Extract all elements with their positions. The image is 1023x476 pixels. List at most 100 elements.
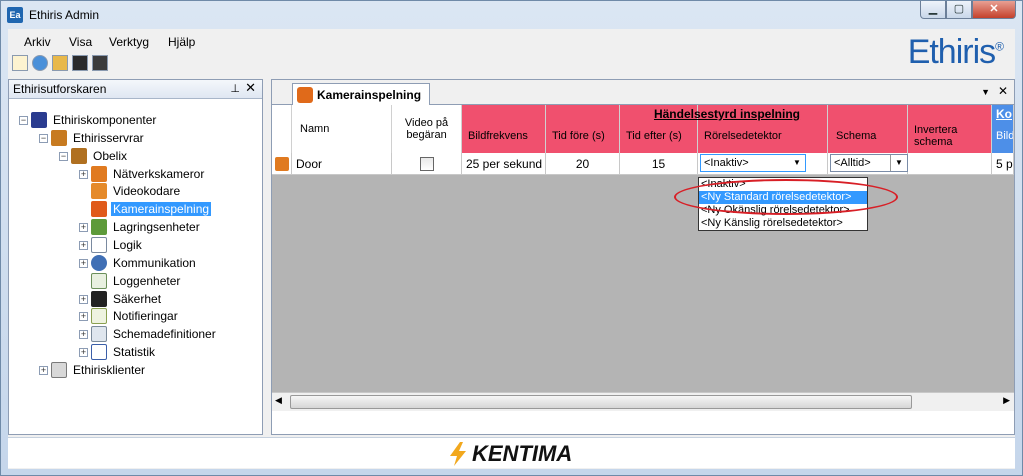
lightning-icon: [450, 442, 466, 466]
menu-hjalp[interactable]: Hjälp: [168, 35, 195, 49]
server-group-icon: [51, 130, 67, 146]
minimize-button[interactable]: ▁: [920, 1, 946, 19]
scroll-right-icon[interactable]: ▶: [1003, 395, 1010, 406]
menu-visa[interactable]: Visa: [69, 35, 92, 49]
column-header-name[interactable]: Namn: [292, 105, 392, 153]
expand-icon[interactable]: +: [79, 258, 88, 268]
settings-icon[interactable]: [32, 55, 48, 71]
horizontal-scrollbar[interactable]: ◀ ▶: [272, 392, 1014, 411]
document-panel: Kamerainspelning ▼ ✕ Namn Video på begär…: [271, 79, 1015, 435]
save-icon[interactable]: [72, 55, 88, 71]
save-all-icon[interactable]: [92, 55, 108, 71]
cell-time-before[interactable]: 20: [546, 153, 620, 175]
maximize-button[interactable]: ▢: [946, 1, 972, 19]
tree-label: Schemadefinitioner: [113, 327, 216, 341]
tree-node[interactable]: + Lagringsenheter: [79, 219, 202, 235]
camera-recording-icon: [91, 201, 107, 217]
tree-node[interactable]: + Logik: [79, 237, 144, 253]
window-title: Ethiris Admin: [29, 8, 100, 22]
tree-node-selected[interactable]: Kamerainspelning: [91, 201, 212, 217]
kentima-logo: KENTIMA: [448, 441, 572, 467]
log-icon: [91, 273, 107, 289]
expand-icon[interactable]: +: [79, 169, 88, 179]
dropdown-option[interactable]: <Ny Känslig rörelsedetektor>: [699, 217, 867, 230]
cell-framerate[interactable]: 25 per sekund: [462, 153, 546, 175]
table-row[interactable]: Door 25 per sekund 20 15 <Inaktiv> ▼ <Al…: [272, 153, 1014, 175]
column-header-video-on-demand[interactable]: Video på begäran: [392, 105, 462, 153]
scroll-left-icon[interactable]: ◀: [275, 395, 282, 406]
expand-icon[interactable]: +: [39, 365, 48, 375]
expand-icon[interactable]: +: [79, 329, 88, 339]
tree-label: Ethirisklienter: [73, 363, 146, 377]
tab-menu-icon[interactable]: ▼: [981, 87, 990, 97]
row-header-cell[interactable]: [272, 153, 292, 175]
pin-icon[interactable]: ⊥: [230, 82, 240, 95]
tree-node[interactable]: Videokodare: [91, 183, 182, 199]
network-camera-icon: [91, 166, 107, 182]
tree-node[interactable]: + Säkerhet: [79, 291, 163, 307]
ethiris-components-icon: [31, 112, 47, 128]
expand-icon[interactable]: +: [79, 311, 88, 321]
video-on-demand-checkbox[interactable]: [419, 156, 434, 171]
footer: KENTIMA: [8, 437, 1015, 468]
notification-icon: [91, 308, 107, 324]
scrollbar-thumb[interactable]: [290, 395, 912, 409]
tree-node[interactable]: + Kommunikation: [79, 255, 198, 271]
motion-detector-select[interactable]: <Inaktiv> ▼: [700, 154, 806, 172]
cell-schedule: <Alltid> ▼: [828, 153, 908, 175]
storage-icon: [91, 219, 107, 235]
tree-node[interactable]: + Schemadefinitioner: [79, 326, 218, 342]
tree-label: Lagringsenheter: [113, 220, 200, 234]
expand-icon[interactable]: +: [79, 222, 88, 232]
toolbar: [8, 55, 108, 77]
recording-grid: Namn Video på begäran Bildfrekvens Tid f…: [272, 105, 1014, 411]
tree-node[interactable]: − Ethiriskomponenter: [19, 112, 158, 128]
cell-framerate-2[interactable]: 5 p: [992, 153, 1014, 175]
app-icon: Ea: [7, 7, 23, 23]
cell-motion-detector: <Inaktiv> ▼: [698, 153, 828, 175]
explorer-header: Ethirisutforskaren ⊥ ✕: [9, 80, 262, 99]
collapse-icon[interactable]: −: [19, 115, 28, 125]
schedule-value: <Alltid>: [834, 157, 871, 169]
cell-time-after[interactable]: 15: [620, 153, 698, 175]
tree-label: Obelix: [93, 149, 128, 163]
chevron-down-icon[interactable]: ▼: [789, 155, 805, 171]
tree-node[interactable]: + Statistik: [79, 344, 157, 360]
schedule-icon: [91, 326, 107, 342]
title-bar[interactable]: Ea Ethiris Admin ▁ ▢ ✕: [1, 1, 1022, 29]
ethiris-logo: Ethiris®: [907, 33, 1004, 71]
close-icon[interactable]: ✕: [998, 84, 1008, 98]
close-button[interactable]: ✕: [972, 1, 1016, 19]
tree-node[interactable]: − Obelix: [59, 148, 129, 164]
tree-label: Nätverkskameror: [113, 167, 205, 181]
motion-detector-value: <Inaktiv>: [704, 157, 749, 169]
chevron-down-icon[interactable]: ▼: [890, 155, 907, 171]
collapse-icon[interactable]: −: [39, 133, 48, 143]
expand-icon[interactable]: +: [79, 294, 88, 304]
new-icon[interactable]: [12, 55, 28, 71]
open-folder-icon[interactable]: [52, 55, 68, 71]
communication-icon: [91, 255, 107, 271]
expand-icon[interactable]: +: [79, 347, 88, 357]
app-window: Ea Ethiris Admin ▁ ▢ ✕ Arkiv Visa Verkty…: [0, 0, 1023, 476]
expand-icon[interactable]: +: [79, 240, 88, 250]
schedule-select[interactable]: <Alltid> ▼: [830, 154, 908, 172]
tree-node[interactable]: Loggenheter: [91, 273, 182, 289]
menu-arkiv[interactable]: Arkiv: [24, 35, 51, 49]
tree-label: Logik: [113, 238, 142, 252]
tree-node[interactable]: + Notifieringar: [79, 308, 180, 324]
tree-node[interactable]: + Ethirisklienter: [39, 362, 147, 378]
tree-node[interactable]: + Nätverkskameror: [79, 166, 206, 182]
client-icon: [51, 362, 67, 378]
tree-node[interactable]: − Ethirisservrar: [39, 130, 146, 146]
tab-kamerainspelning[interactable]: Kamerainspelning: [292, 83, 431, 105]
tree-label: Videokodare: [113, 184, 181, 198]
cell-invert-schedule[interactable]: [908, 153, 992, 175]
menu-bar: Arkiv Visa Verktyg Hjälp: [8, 29, 1015, 53]
collapse-icon[interactable]: −: [59, 151, 68, 161]
tab-label: Kamerainspelning: [317, 87, 422, 102]
tree-label: Loggenheter: [113, 274, 181, 288]
menu-verktyg[interactable]: Verktyg: [109, 35, 149, 49]
close-icon[interactable]: ✕: [245, 80, 256, 96]
cell-name[interactable]: Door: [292, 153, 392, 175]
